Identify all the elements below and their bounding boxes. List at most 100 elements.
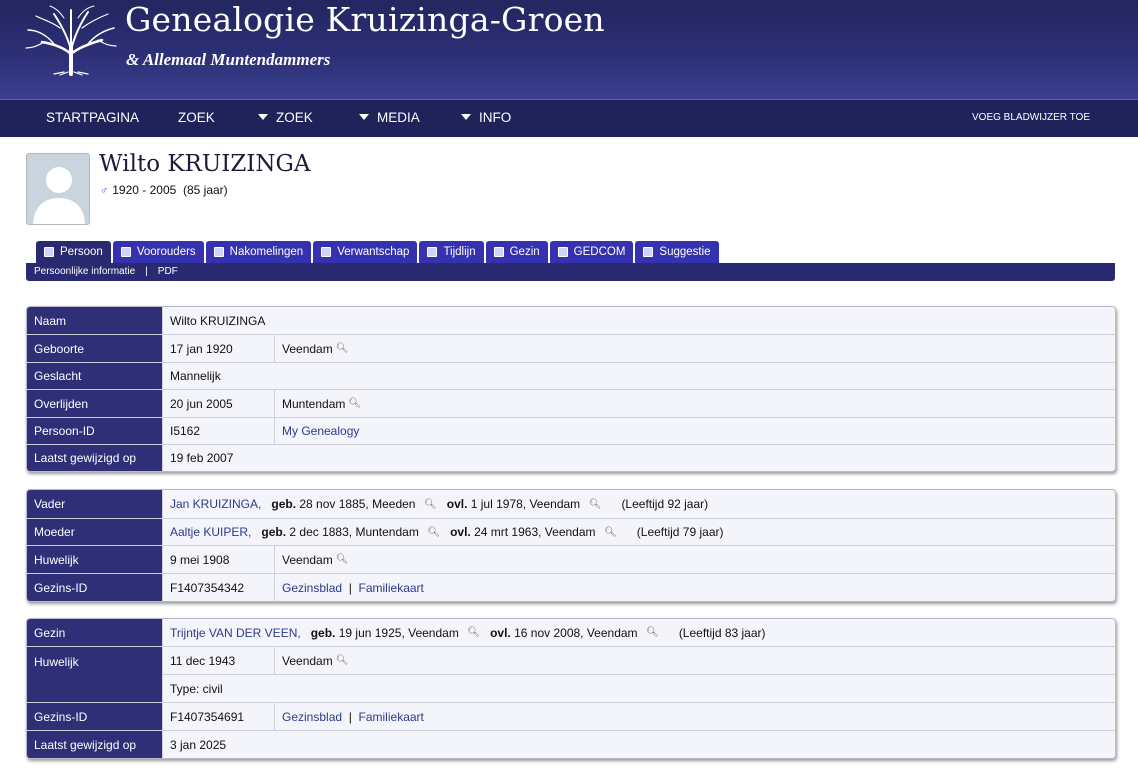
table-row: Gezins-ID F1407354691 Gezinsblad | Famil… xyxy=(27,702,1115,730)
nav-info-dropdown[interactable]: INFO xyxy=(461,110,511,125)
tab-nakomelingen[interactable]: Nakomelingen xyxy=(205,241,312,263)
tree-logo-icon[interactable] xyxy=(24,4,118,76)
death-label: ovl. xyxy=(450,525,471,539)
table-row: Moeder Aaltje KUIPER, geb. 2 dec 1883, M… xyxy=(27,518,1115,545)
site-title[interactable]: Genealogie Kruizinga-Groen xyxy=(125,0,605,39)
person-dates: ♂ 1920 - 2005 (85 jaar) xyxy=(100,183,228,197)
personal-info-table: Naam Wilto KRUIZINGA Geboorte 17 jan 192… xyxy=(26,306,1116,472)
search-icon[interactable]: 🔍︎ xyxy=(422,527,440,538)
father-death: 1 jul 1978, Veendam xyxy=(470,497,581,511)
tab-bar: Persoon Voorouders Nakomelingen Verwants… xyxy=(36,241,719,263)
family-table: Gezin Trijntje VAN DER VEEN, geb. 19 jun… xyxy=(26,618,1116,759)
tab-tijdlijn[interactable]: Tijdlijn xyxy=(419,241,484,263)
family-icon xyxy=(493,247,504,257)
tab-label: Verwantschap xyxy=(337,246,410,258)
row-label: Gezins-ID xyxy=(27,703,163,730)
table-row: Gezin Trijntje VAN DER VEEN, geb. 19 jun… xyxy=(27,619,1115,646)
marriage-place-cell: Veendam 🔍︎ xyxy=(275,546,1115,573)
row-label: Huwelijk xyxy=(27,647,163,702)
search-icon[interactable]: 🔍︎ xyxy=(336,554,349,565)
avatar xyxy=(26,153,90,225)
name-value: Wilto KRUIZINGA xyxy=(170,313,266,328)
birth-place-cell: Veendam 🔍︎ xyxy=(275,335,1115,362)
spouse-link[interactable]: Trijntje VAN DER VEEN, xyxy=(170,626,301,640)
row-label: Persoon-ID xyxy=(27,418,163,444)
nav-zoek[interactable]: ZOEK xyxy=(178,110,215,125)
spouse-death: 16 nov 2008, Veendam xyxy=(514,625,638,640)
last-modified: 19 feb 2007 xyxy=(170,451,234,465)
link-separator: | xyxy=(348,580,352,595)
marriage-place: Veendam xyxy=(282,552,333,567)
site-header: Genealogie Kruizinga-Groen & Allemaal Mu… xyxy=(0,0,1138,99)
subnav-persoonlijke-informatie[interactable]: Persoonlijke informatie xyxy=(34,266,135,277)
chevron-down-icon xyxy=(258,114,268,120)
gezinsblad-link[interactable]: Gezinsblad xyxy=(282,581,342,595)
person-icon xyxy=(44,247,54,257)
search-icon[interactable]: 🔍︎ xyxy=(336,655,349,666)
search-icon[interactable]: 🔍︎ xyxy=(462,627,480,638)
tab-gedcom[interactable]: GEDCOM xyxy=(549,241,634,263)
tab-label: Tijdlijn xyxy=(443,246,476,258)
father-link[interactable]: Jan KRUIZINGA, xyxy=(170,497,261,511)
table-row: Huwelijk 9 mei 1908 Veendam 🔍︎ xyxy=(27,545,1115,573)
table-row: Gezins-ID F1407354342 Gezinsblad | Famil… xyxy=(27,573,1115,601)
familiekaart-link[interactable]: Familiekaart xyxy=(359,710,424,724)
table-row: Laatst gewijzigd op 19 feb 2007 xyxy=(27,444,1115,471)
table-row: Naam Wilto KRUIZINGA xyxy=(27,307,1115,334)
search-icon[interactable]: 🔍︎ xyxy=(348,398,361,409)
row-label: Geslacht xyxy=(27,363,163,389)
tab-verwantschap[interactable]: Verwantschap xyxy=(313,241,418,263)
nav-info-label: INFO xyxy=(479,110,512,125)
row-label: Overlijden xyxy=(27,390,163,417)
relationship-icon xyxy=(321,247,332,257)
mother-age: (Leeftijd 79 jaar) xyxy=(636,525,724,539)
row-label: Huwelijk xyxy=(27,546,163,573)
death-date: 20 jun 2005 xyxy=(163,390,275,417)
main-nav: STARTPAGINA ZOEK ZOEK MEDIA INFO VOEG BL… xyxy=(0,99,1138,137)
search-icon[interactable]: 🔍︎ xyxy=(418,499,437,510)
mother-cell: Aaltje KUIPER, geb. 2 dec 1883, Muntenda… xyxy=(163,519,1115,545)
table-row: Overlijden 20 jun 2005 Muntendam 🔍︎ xyxy=(27,389,1115,417)
tab-label: Voorouders xyxy=(136,246,196,258)
search-icon[interactable]: 🔍︎ xyxy=(583,499,602,510)
tab-voorouders[interactable]: Voorouders xyxy=(112,241,204,263)
marriage-type: Type: civil xyxy=(170,681,223,696)
tab-label: GEDCOM xyxy=(573,246,626,258)
father-cell: Jan KRUIZINGA, geb. 28 nov 1885, Meeden … xyxy=(163,490,1115,518)
table-row: Laatst gewijzigd op 3 jan 2025 xyxy=(27,730,1115,758)
search-icon[interactable]: 🔍︎ xyxy=(599,527,617,538)
subnav-pdf[interactable]: PDF xyxy=(158,266,178,277)
search-icon[interactable]: 🔍︎ xyxy=(641,627,659,638)
gezinsblad-link[interactable]: Gezinsblad xyxy=(282,710,342,724)
table-row: Persoon-ID I5162 My Genealogy xyxy=(27,417,1115,444)
timeline-icon xyxy=(427,247,438,257)
mother-link[interactable]: Aaltje KUIPER, xyxy=(170,525,251,539)
person-silhouette-icon xyxy=(33,167,85,224)
tab-suggestie[interactable]: Suggestie xyxy=(635,241,719,263)
familiekaart-link[interactable]: Familiekaart xyxy=(359,581,424,595)
family-links: Gezinsblad | Familiekaart xyxy=(275,574,1115,601)
person-lifespan: 1920 - 2005 (85 jaar) xyxy=(112,183,228,197)
chevron-down-icon xyxy=(461,114,471,120)
marriage-date: 11 dec 1943 xyxy=(163,647,275,674)
spouse-cell: Trijntje VAN DER VEEN, geb. 19 jun 1925,… xyxy=(163,619,1115,646)
tree-link[interactable]: My Genealogy xyxy=(275,418,1115,444)
suggestion-icon xyxy=(643,247,654,257)
spouse-age: (Leeftijd 83 jaar) xyxy=(678,625,766,640)
family-id: F1407354691 xyxy=(163,703,275,730)
nav-bookmark[interactable]: VOEG BLADWIJZER TOE xyxy=(972,112,1090,123)
tab-gezin[interactable]: Gezin xyxy=(485,241,548,263)
tab-persoon[interactable]: Persoon xyxy=(36,241,111,263)
descendants-icon xyxy=(213,247,224,257)
nav-startpagina[interactable]: STARTPAGINA xyxy=(46,110,139,125)
marriage-block: 11 dec 1943 Veendam 🔍︎ Type: civil xyxy=(163,647,1115,702)
marriage-row: 11 dec 1943 Veendam 🔍︎ xyxy=(163,647,1115,675)
gender-value: Mannelijk xyxy=(170,369,221,383)
nav-zoek-dropdown[interactable]: ZOEK xyxy=(258,110,313,125)
spouse-birth: 19 jun 1925, Veendam xyxy=(338,625,459,640)
male-icon: ♂ xyxy=(100,185,109,197)
row-label: Laatst gewijzigd op xyxy=(27,731,163,758)
nav-media-dropdown[interactable]: MEDIA xyxy=(359,110,420,125)
person-name: Wilto KRUIZINGA xyxy=(99,151,311,177)
search-icon[interactable]: 🔍︎ xyxy=(336,343,349,354)
